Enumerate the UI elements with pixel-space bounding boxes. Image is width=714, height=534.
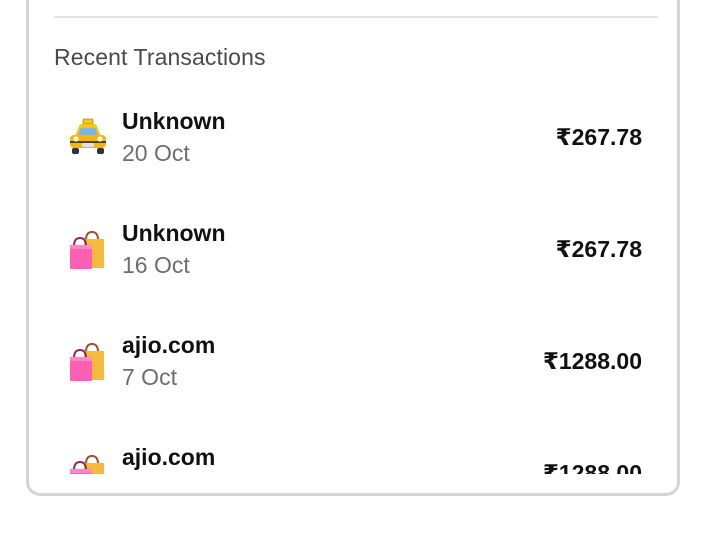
transaction-row[interactable]: Unknown 20 Oct ₹267.78 [54, 90, 658, 190]
taxi-icon [66, 116, 110, 160]
transaction-row[interactable]: ajio.com ₹1288.00 [54, 426, 658, 474]
transaction-date: 20 Oct [122, 140, 190, 166]
transaction-row[interactable]: ajio.com 7 Oct ₹1288.00 [54, 314, 658, 414]
transaction-amount: ₹267.78 [555, 236, 642, 262]
section-title: Recent Transactions [54, 44, 266, 70]
shopping-bags-icon [66, 340, 110, 384]
section-divider [54, 16, 658, 18]
transaction-name: ajio.com [122, 332, 216, 358]
transaction-amount: ₹267.78 [555, 124, 642, 150]
shopping-bags-icon [66, 228, 110, 272]
transaction-name: Unknown [122, 108, 226, 134]
transaction-name: Unknown [122, 220, 226, 246]
transaction-name: ajio.com [122, 444, 216, 470]
transaction-amount: ₹1288.00 [542, 348, 642, 374]
transaction-date: 7 Oct [122, 364, 177, 390]
transaction-row[interactable]: Unknown 16 Oct ₹267.78 [54, 202, 658, 302]
transaction-list[interactable]: Unknown 20 Oct ₹267.78 Unknown 16 Oct ₹2… [54, 90, 658, 474]
shopping-bags-icon [66, 452, 110, 474]
transaction-date: 16 Oct [122, 252, 190, 278]
transaction-amount: ₹1288.00 [542, 460, 642, 474]
